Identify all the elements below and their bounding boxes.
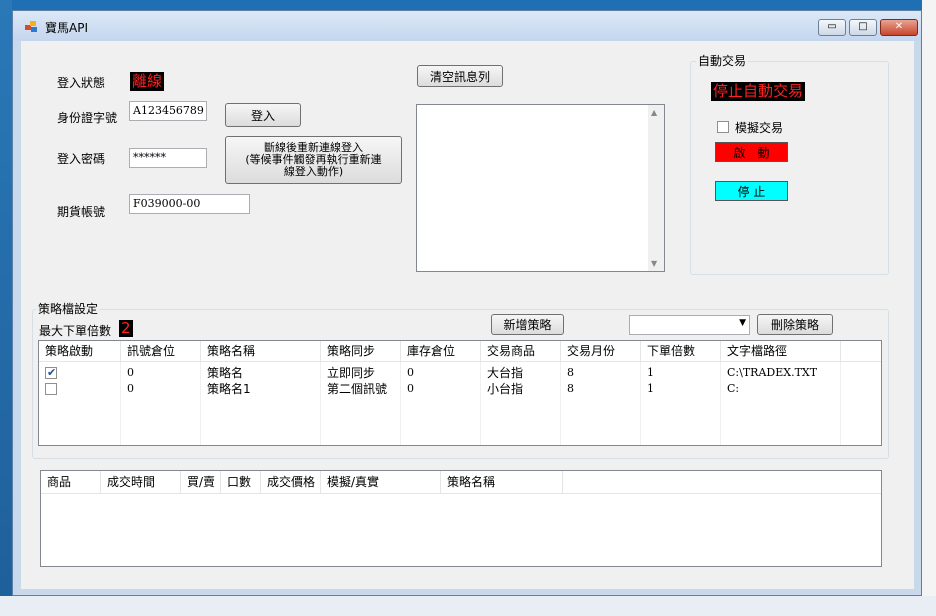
cell-strategy-name[interactable]: 策略名: [201, 365, 321, 381]
strategy-grid-header: 策略啟動 訊號倉位 策略名稱 策略同步 庫存倉位 交易商品 交易月份 下單倍數 …: [39, 341, 881, 362]
password-label: 登入密碼: [57, 152, 106, 166]
col-header[interactable]: 庫存倉位: [401, 341, 481, 361]
window-title: 寶馬API: [45, 21, 88, 35]
reconnect-button[interactable]: 斷線後重新連線登入 (等候事件觸發再執行重新連 線登入動作): [225, 136, 402, 184]
col-header[interactable]: 商品: [41, 471, 101, 493]
col-header[interactable]: 策略名稱: [201, 341, 321, 361]
col-header[interactable]: 買/賣: [181, 471, 221, 493]
cell-multiplier[interactable]: 1: [641, 381, 721, 397]
cell-strategy-name[interactable]: 策略名1: [201, 381, 321, 397]
delete-strategy-button[interactable]: 刪除策略: [757, 314, 833, 335]
strategy-grid[interactable]: 策略啟動 訊號倉位 策略名稱 策略同步 庫存倉位 交易商品 交易月份 下單倍數 …: [38, 340, 882, 446]
col-header[interactable]: 訊號倉位: [121, 341, 201, 361]
password-input[interactable]: ******: [129, 148, 207, 168]
trades-grid[interactable]: 商品 成交時間 買/賣 口數 成交價格 模擬/真實 策略名稱: [40, 470, 882, 567]
background-taskbar: [0, 596, 936, 616]
account-label: 期貨帳號: [57, 205, 106, 219]
cell-path[interactable]: C:\TRADEX.TXT: [721, 365, 841, 381]
minimize-icon: ▭: [827, 21, 837, 32]
add-strategy-button[interactable]: 新增策略: [491, 314, 564, 335]
client-area: 登入狀態 離線 身份證字號 A123456789 登入密碼 ****** 期貨帳…: [21, 41, 914, 589]
col-header[interactable]: 成交時間: [101, 471, 181, 493]
scroll-up-icon[interactable]: ▲: [651, 108, 657, 117]
table-row[interactable]: ✔ 0 策略名 立即同步 0 大台指 8 1 C:\TRADEX.TXT: [39, 365, 881, 381]
cell-signal-pos[interactable]: 0: [121, 381, 201, 397]
stop-button[interactable]: 停 止: [715, 181, 788, 201]
maximize-icon: □: [858, 21, 868, 32]
maximize-button[interactable]: □: [849, 19, 877, 36]
close-icon: ✕: [894, 21, 904, 32]
check-icon: ✔: [47, 366, 57, 379]
col-header[interactable]: 下單倍數: [641, 341, 721, 361]
max-multiplier-label: 最大下單倍數: [39, 324, 112, 338]
col-header[interactable]: 口數: [221, 471, 261, 493]
col-header[interactable]: 策略啟動: [39, 341, 121, 361]
title-bar: 寶馬API ▭ □ ✕: [13, 11, 921, 41]
strategy-enabled-checkbox[interactable]: ✔: [45, 366, 57, 379]
cell-product[interactable]: 大台指: [481, 365, 561, 381]
cell-sync[interactable]: 第二個訊號: [321, 381, 401, 397]
cell-inventory[interactable]: 0: [401, 365, 481, 381]
simulate-label: 模擬交易: [735, 121, 784, 135]
auto-trade-group-title: 自動交易: [696, 52, 749, 69]
scroll-down-icon[interactable]: ▼: [651, 259, 657, 268]
auto-trade-status-banner: 停止自動交易: [711, 82, 806, 101]
simulate-checkbox[interactable]: [717, 121, 729, 133]
cell-inventory[interactable]: 0: [401, 381, 481, 397]
id-input[interactable]: A123456789: [129, 101, 207, 121]
chevron-down-icon[interactable]: ▼: [739, 318, 746, 328]
cell-month[interactable]: 8: [561, 381, 641, 397]
strategy-combo[interactable]: ▼: [629, 315, 750, 335]
login-status-value: 離線: [130, 72, 165, 91]
background-window: [922, 0, 936, 616]
col-header[interactable]: 模擬/真實: [321, 471, 441, 493]
strategy-group-title: 策略檔設定: [36, 300, 101, 317]
col-header[interactable]: 文字檔路徑: [721, 341, 841, 361]
clear-messages-button[interactable]: 清空訊息列: [417, 65, 503, 87]
cell-signal-pos[interactable]: 0: [121, 365, 201, 381]
col-header[interactable]: 成交價格: [261, 471, 321, 493]
col-header[interactable]: 策略同步: [321, 341, 401, 361]
id-label: 身份證字號: [57, 111, 118, 125]
cell-product[interactable]: 小台指: [481, 381, 561, 397]
login-status-label: 登入狀態: [57, 76, 106, 90]
cell-path[interactable]: C:: [721, 381, 841, 397]
app-icon: [25, 21, 39, 33]
cell-sync[interactable]: 立即同步: [321, 365, 401, 381]
app-window: 寶馬API ▭ □ ✕ 登入狀態 離線 身份證字號 A123456789 登入密…: [12, 10, 922, 596]
minimize-button[interactable]: ▭: [818, 19, 846, 36]
table-row[interactable]: 0 策略名1 第二個訊號 0 小台指 8 1 C:: [39, 381, 881, 397]
cell-month[interactable]: 8: [561, 365, 641, 381]
start-button[interactable]: 啟 動: [715, 142, 788, 162]
col-header[interactable]: 交易商品: [481, 341, 561, 361]
reconnect-line-3: 線登入動作): [283, 165, 344, 178]
message-scrollbar[interactable]: ▲ ▼: [648, 105, 664, 271]
trades-grid-header: 商品 成交時間 買/賣 口數 成交價格 模擬/真實 策略名稱: [41, 471, 881, 494]
col-header[interactable]: 策略名稱: [441, 471, 563, 493]
col-header[interactable]: 交易月份: [561, 341, 641, 361]
desktop-left: [0, 0, 12, 616]
max-multiplier-value[interactable]: 2: [119, 320, 133, 337]
account-input[interactable]: F039000-00: [129, 194, 250, 214]
message-list[interactable]: ▲ ▼: [416, 104, 665, 272]
login-button[interactable]: 登入: [225, 103, 301, 127]
cell-multiplier[interactable]: 1: [641, 365, 721, 381]
strategy-enabled-checkbox[interactable]: [45, 383, 57, 395]
close-button[interactable]: ✕: [880, 19, 918, 36]
